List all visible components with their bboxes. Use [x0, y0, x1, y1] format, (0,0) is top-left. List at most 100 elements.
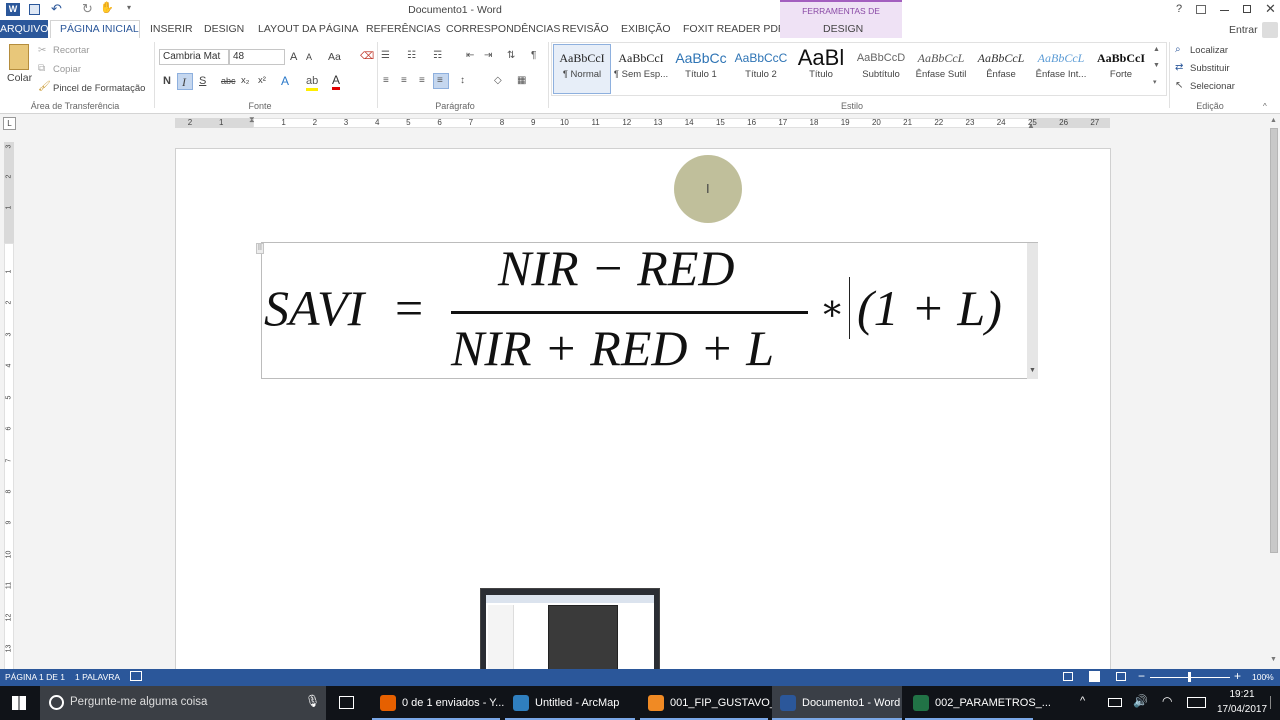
underline-button[interactable]: S	[199, 75, 206, 87]
grow-font-button[interactable]: A	[290, 51, 297, 63]
style-8[interactable]: AaBbCcL Ênfase	[972, 43, 1030, 91]
show-marks-icon[interactable]: ¶	[531, 49, 536, 63]
clock-date[interactable]: 17/04/2017	[1216, 704, 1268, 715]
highlight-icon[interactable]: ab	[306, 74, 319, 91]
equation-options-bar[interactable]: ▼	[1027, 243, 1038, 379]
volume-icon[interactable]: 🔊	[1133, 694, 1148, 708]
redo-icon[interactable]: ↻	[82, 1, 93, 17]
user-avatar-icon[interactable]	[1262, 22, 1278, 38]
customize-qat-icon[interactable]: ▾	[127, 3, 131, 12]
style-2[interactable]: AaBbCcI ¶ Sem Esp...	[612, 43, 670, 91]
increase-indent-icon[interactable]: ⇥	[484, 49, 492, 63]
tab-selector[interactable]: L	[3, 117, 16, 130]
cortana-search-box[interactable]: Pergunte-me alguma coisa 🎙	[40, 686, 326, 720]
styles-more-icon[interactable]: ▾	[1153, 78, 1157, 86]
style-1[interactable]: AaBbCcI ¶ Normal	[553, 43, 611, 91]
cut-icon[interactable]: ✂	[38, 44, 46, 58]
taskbar-app[interactable]: 002_PARAMETROS_...	[905, 686, 1051, 720]
tab-arquivo[interactable]: ARQUIVO	[0, 20, 48, 38]
align-right-icon[interactable]: ≡	[419, 74, 425, 88]
sort-icon[interactable]: ⇅	[507, 49, 515, 63]
align-center-icon[interactable]: ≡	[401, 74, 407, 88]
tab-equation-design[interactable]: DESIGN	[823, 23, 863, 35]
style-3[interactable]: AaBbCc Título 1	[672, 43, 730, 91]
select-icon[interactable]: ↖	[1175, 79, 1183, 93]
microphone-icon[interactable]: 🎙	[305, 694, 320, 708]
taskbar-app[interactable]: 0 de 1 enviados - Y...	[372, 686, 504, 720]
zoom-level[interactable]: 100%	[1252, 672, 1274, 682]
change-case-button[interactable]: Aa	[328, 51, 341, 63]
ribbon-display-icon[interactable]	[1196, 5, 1206, 14]
clear-formatting-icon[interactable]: ⌫	[360, 50, 374, 64]
cut-button[interactable]: Recortar	[53, 45, 89, 56]
touch-mode-icon[interactable]: ✋	[100, 1, 114, 14]
proofing-icon[interactable]	[130, 671, 142, 681]
strikethrough-button[interactable]: abc	[221, 76, 236, 86]
taskbar-app[interactable]: Untitled - ArcMap	[505, 686, 635, 720]
clock-time[interactable]: 19:21	[1222, 689, 1262, 700]
style-7[interactable]: AaBbCcL Ênfase Sutil	[912, 43, 970, 91]
style-10[interactable]: AaBbCcI Forte	[1092, 43, 1150, 91]
taskbar-app[interactable]: Documento1 - Word	[772, 686, 902, 720]
print-layout-icon[interactable]	[1089, 671, 1100, 682]
copy-icon[interactable]: ⧉	[38, 62, 45, 76]
help-button[interactable]: ?	[1176, 3, 1182, 15]
task-view-icon[interactable]	[339, 696, 354, 709]
decrease-indent-icon[interactable]: ⇤	[466, 49, 474, 63]
styles-scroll-down-icon[interactable]: ▼	[1153, 62, 1160, 69]
scroll-up-icon[interactable]: ▲	[1270, 117, 1277, 124]
find-button[interactable]: Localizar	[1190, 45, 1228, 56]
shrink-font-button[interactable]: A	[306, 52, 312, 62]
word-count[interactable]: 1 PALAVRA	[75, 672, 120, 682]
zoom-out-button[interactable]: −	[1138, 669, 1145, 683]
style-4[interactable]: AaBbCcC Título 2	[732, 43, 790, 91]
borders-icon[interactable]: ▦	[517, 74, 526, 88]
start-button-icon[interactable]	[12, 696, 26, 710]
paste-icon[interactable]	[9, 44, 29, 70]
close-icon[interactable]: ✕	[1265, 1, 1276, 17]
replace-button[interactable]: Substituir	[1190, 63, 1230, 74]
copy-button[interactable]: Copiar	[53, 64, 81, 75]
align-left-icon[interactable]: ≡	[383, 74, 389, 88]
collapse-ribbon-icon[interactable]: ^	[1263, 102, 1267, 111]
keyboard-icon[interactable]	[1187, 697, 1206, 708]
bold-button[interactable]: N	[163, 75, 171, 87]
justify-icon[interactable]: ≡	[437, 74, 443, 88]
word-app-icon[interactable]: W	[6, 3, 20, 16]
zoom-slider-thumb[interactable]	[1188, 672, 1191, 682]
font-color-icon[interactable]: A	[332, 73, 341, 90]
tab-inserir[interactable]: INSERIR	[150, 23, 193, 35]
battery-icon[interactable]	[1108, 698, 1122, 707]
text-effects-icon[interactable]: A	[281, 74, 289, 88]
vertical-scrollbar[interactable]: ▲ ▼	[1268, 114, 1280, 669]
italic-button[interactable]: I	[182, 75, 186, 90]
save-icon[interactable]	[29, 4, 40, 15]
read-mode-icon[interactable]	[1063, 672, 1073, 681]
font-size-select[interactable]: 48	[229, 49, 285, 65]
tab-exibicao[interactable]: EXIBIÇÃO	[621, 23, 671, 35]
tab-referencias[interactable]: REFERÊNCIAS	[366, 23, 441, 35]
tab-design[interactable]: DESIGN	[204, 23, 244, 35]
equation-box[interactable]: ⠿ ▼ SAVI = NIR − RED NIR + RED + L ∗ (1 …	[256, 240, 1038, 379]
format-painter-button[interactable]: Pincel de Formatação	[53, 83, 145, 94]
styles-scroll-up-icon[interactable]: ▲	[1153, 46, 1160, 53]
taskbar-app[interactable]: 001_FIP_GUSTAVO_...	[640, 686, 785, 720]
undo-icon[interactable]: ↶	[51, 1, 62, 17]
tab-revisao[interactable]: REVISÃO	[562, 23, 609, 35]
scroll-down-icon[interactable]: ▼	[1270, 656, 1277, 663]
wifi-icon[interactable]: ◠	[1162, 694, 1172, 708]
find-icon[interactable]: ⌕	[1175, 43, 1181, 57]
style-6[interactable]: AaBbCcD Subtítulo	[852, 43, 910, 91]
tab-pagina-inicial[interactable]: PÁGINA INICIAL	[60, 23, 139, 35]
line-spacing-icon[interactable]: ↕	[460, 74, 465, 88]
font-name-select[interactable]: Cambria Mat	[159, 49, 229, 65]
scroll-thumb[interactable]	[1270, 128, 1278, 553]
format-painter-icon[interactable]: 🖌	[38, 80, 51, 94]
signin-link[interactable]: Entrar	[1229, 24, 1258, 36]
style-5[interactable]: AaBl Título	[792, 43, 850, 91]
equation-handle-icon[interactable]: ⠿	[256, 243, 264, 254]
paste-button[interactable]: Colar	[7, 72, 32, 84]
shading-icon[interactable]: ◇	[494, 74, 502, 88]
superscript-button[interactable]: x²	[258, 75, 266, 86]
web-layout-icon[interactable]	[1116, 672, 1126, 681]
